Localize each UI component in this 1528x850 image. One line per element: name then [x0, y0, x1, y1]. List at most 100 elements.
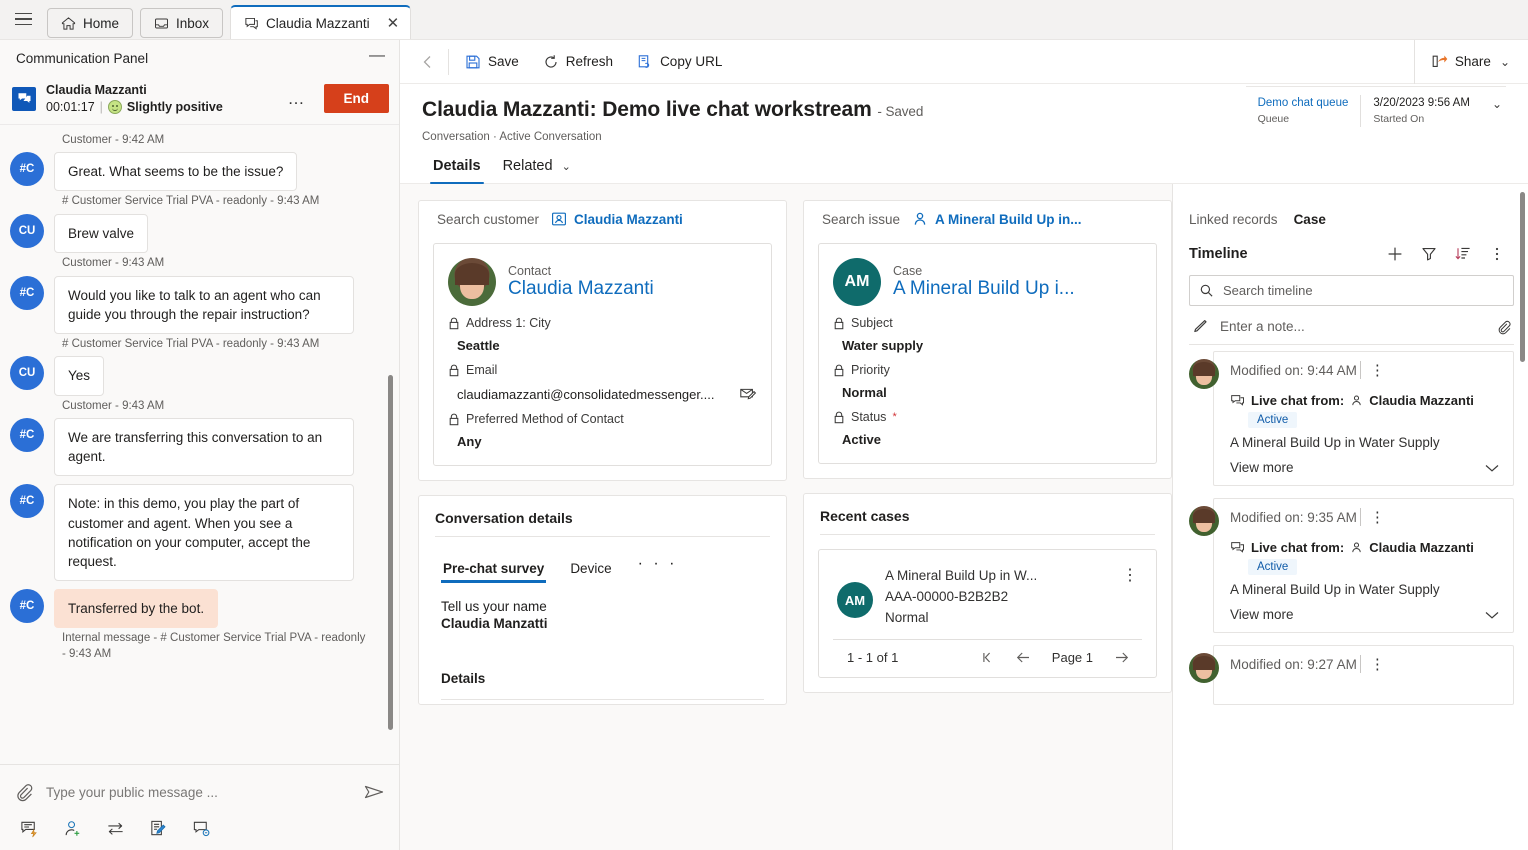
tab-related[interactable]: Related ⌄ — [492, 153, 582, 183]
survey-body: Tell us your name Claudia Manzatti Detai… — [419, 583, 786, 704]
tab-home[interactable]: Home — [47, 8, 134, 38]
message-meta: Internal message - # Customer Service Tr… — [62, 632, 366, 660]
tab-pre-chat-survey[interactable]: Pre-chat survey — [441, 557, 547, 583]
composer-tools — [14, 813, 385, 846]
communication-panel-header: Communication Panel — — [0, 40, 399, 76]
lock-icon — [448, 413, 460, 426]
send-icon[interactable] — [363, 781, 385, 803]
paperclip-icon[interactable] — [1496, 319, 1512, 335]
customer-lookup[interactable]: Search customer Claudia Mazzanti — [419, 201, 786, 243]
chevron-down-icon[interactable] — [1483, 462, 1501, 474]
tab-claudia-mazzanti[interactable]: Claudia Mazzanti ✕ — [230, 5, 412, 39]
started-on-label: Started On — [1373, 112, 1425, 125]
contact-header: Contact Claudia Mazzanti — [448, 258, 757, 306]
consult-icon[interactable] — [192, 819, 211, 838]
tab-inbox[interactable]: Inbox — [140, 8, 224, 38]
add-participant-icon[interactable] — [63, 819, 82, 838]
timeline-scrollbar[interactable] — [1520, 192, 1525, 362]
timeline-item[interactable]: Modified on: 9:44 AM ⋮ Live chat from: C… — [1189, 351, 1514, 486]
more-commands-icon[interactable]: ⋮ — [1116, 566, 1144, 586]
chevron-down-icon[interactable]: ⌄ — [1482, 95, 1506, 111]
linked-records-value[interactable]: Case — [1294, 212, 1326, 227]
copy-url-icon — [637, 54, 653, 70]
refresh-button[interactable]: Refresh — [531, 47, 625, 77]
add-record-icon[interactable] — [1378, 241, 1412, 267]
tab-related-label: Related — [502, 158, 553, 174]
message-input[interactable] — [46, 784, 351, 800]
timeline-source-prefix: Live chat from: — [1251, 393, 1345, 408]
more-commands-icon[interactable] — [1480, 241, 1514, 267]
issue-lookup-value[interactable]: A Mineral Build Up in... — [912, 211, 1082, 227]
list-item[interactable]: AM A Mineral Build Up in W... AAA-00000-… — [819, 550, 1156, 639]
close-icon[interactable]: ✕ — [387, 16, 400, 31]
customer-lookup-value[interactable]: Claudia Mazzanti — [551, 211, 683, 227]
chat-scrollbar[interactable] — [388, 374, 393, 730]
save-button[interactable]: Save — [453, 47, 531, 77]
chat-message: CU Yes — [10, 356, 381, 396]
chat-transcript: Customer - 9:42 AM #C Great. What seems … — [0, 125, 399, 764]
linked-records-row: Linked records Case — [1173, 184, 1528, 241]
field-label-text: Priority — [851, 363, 890, 377]
first-page-icon[interactable] — [980, 650, 995, 665]
paperclip-icon[interactable] — [14, 782, 34, 802]
session-separator: | — [99, 99, 103, 114]
timeline-view-more[interactable]: View more — [1230, 607, 1501, 622]
session-tab-strip: Home Inbox Claudia Mazzanti ✕ — [0, 0, 1528, 40]
chevron-down-icon[interactable]: ⌄ — [1500, 55, 1510, 69]
timeline-search[interactable] — [1189, 275, 1514, 306]
tab-overflow-icon[interactable]: · · · — [636, 551, 680, 583]
tab-device[interactable]: Device — [568, 557, 613, 583]
transfer-icon[interactable] — [106, 819, 125, 838]
person-icon — [1350, 394, 1363, 407]
header-field-queue[interactable]: Demo chat queue Queue — [1246, 95, 1361, 127]
message-meta: # Customer Service Trial PVA - readonly … — [62, 195, 320, 208]
tab-details-label: Details — [433, 158, 481, 174]
note-placeholder[interactable]: Enter a note... — [1220, 319, 1484, 334]
status-badge: Active — [1248, 559, 1298, 575]
case-mini-card: AM Case A Mineral Build Up i... Subject … — [818, 243, 1157, 464]
quick-reply-icon[interactable] — [20, 819, 39, 838]
timeline-note-row[interactable]: Enter a note... — [1189, 314, 1514, 345]
issue-lookup-name: A Mineral Build Up in... — [935, 211, 1082, 227]
copy-url-button[interactable]: Copy URL — [625, 47, 734, 77]
field-value: Normal — [842, 385, 887, 400]
timeline-view-more[interactable]: View more — [1230, 460, 1501, 475]
field-label-text: Preferred Method of Contact — [466, 412, 624, 426]
share-button[interactable]: Share ⌄ — [1413, 39, 1528, 84]
chat-message: #C Great. What seems to be the issue? — [10, 152, 381, 192]
end-session-button[interactable]: End — [323, 84, 389, 114]
more-commands-icon[interactable]: ⋮ — [1370, 510, 1385, 525]
chevron-down-icon[interactable] — [1483, 609, 1501, 621]
inbox-icon — [154, 16, 169, 31]
contact-name-link[interactable]: Claudia Mazzanti — [508, 278, 654, 301]
tab-details[interactable]: Details — [422, 153, 492, 184]
case-name-link[interactable]: A Mineral Build Up i... — [893, 278, 1142, 301]
notes-icon[interactable] — [149, 819, 168, 838]
sort-icon[interactable] — [1446, 241, 1480, 267]
session-more-icon[interactable]: … — [280, 89, 314, 109]
linked-records-label: Linked records — [1189, 212, 1278, 227]
next-page-icon[interactable] — [1113, 650, 1130, 665]
hamburger-menu-icon[interactable] — [6, 0, 40, 39]
minimize-icon[interactable]: — — [369, 48, 385, 68]
chat-message: #C We are transferring this conversation… — [10, 418, 381, 477]
timeline-source-person: Claudia Mazzanti — [1369, 393, 1474, 408]
avatar — [448, 258, 496, 306]
timeline-search-input[interactable] — [1223, 283, 1504, 298]
timeline-modified-row: Modified on: 9:27 AM ⋮ — [1230, 655, 1501, 673]
timeline-modified: Modified on: 9:35 AM — [1230, 509, 1357, 525]
more-commands-icon[interactable]: ⋮ — [1370, 363, 1385, 378]
message-meta: Customer - 9:42 AM — [62, 133, 165, 146]
filter-icon[interactable] — [1412, 241, 1446, 267]
field-value: Water supply — [842, 338, 924, 353]
more-commands-icon[interactable]: ⋮ — [1370, 657, 1385, 672]
back-arrow-icon[interactable] — [408, 40, 448, 84]
avatar — [1189, 359, 1219, 389]
email-icon[interactable] — [739, 386, 757, 402]
issue-lookup[interactable]: Search issue A Mineral Build Up in... — [804, 201, 1171, 243]
prev-page-icon[interactable] — [1015, 650, 1032, 665]
timeline-card: Modified on: 9:35 AM ⋮ Live chat from: C… — [1213, 498, 1514, 633]
queue-value[interactable]: Demo chat queue — [1258, 95, 1349, 112]
timeline-item[interactable]: Modified on: 9:27 AM ⋮ — [1189, 645, 1514, 705]
timeline-item[interactable]: Modified on: 9:35 AM ⋮ Live chat from: C… — [1189, 498, 1514, 633]
